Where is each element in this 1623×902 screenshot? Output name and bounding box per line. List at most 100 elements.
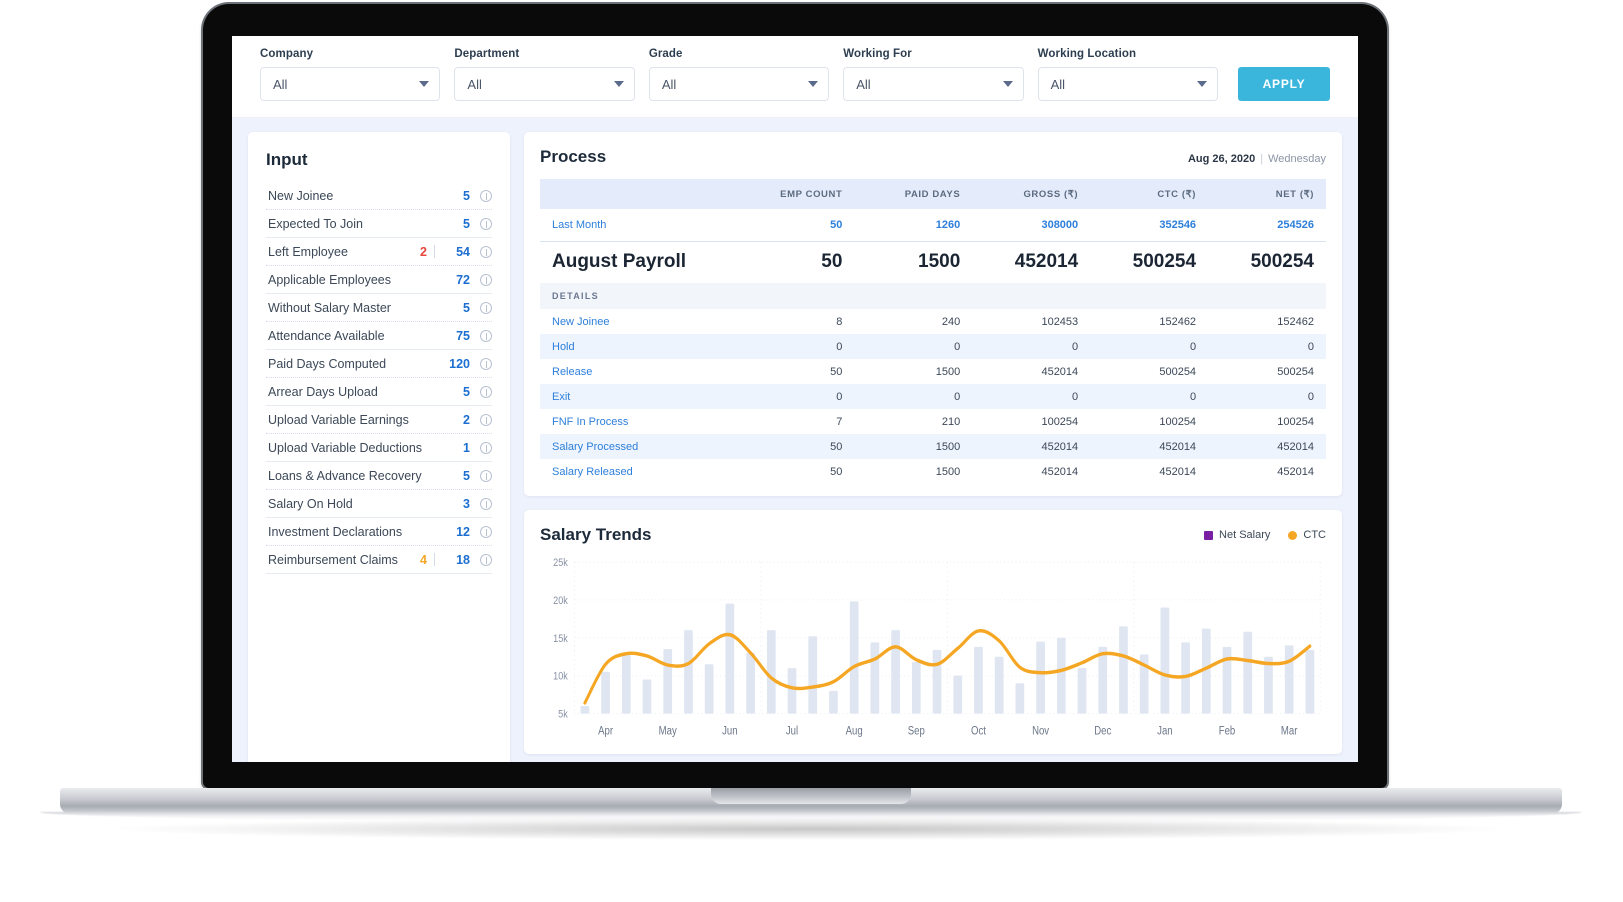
input-row-value[interactable]: 120 (444, 357, 470, 371)
filter-working-location-select[interactable]: All (1038, 67, 1218, 101)
input-row-value[interactable]: 5 (444, 189, 470, 203)
info-icon[interactable] (480, 498, 492, 510)
input-row[interactable]: Left Employee254 (266, 238, 492, 266)
info-icon[interactable] (480, 246, 492, 258)
info-icon[interactable] (480, 358, 492, 370)
chart-bar-net-salary (1223, 647, 1232, 714)
chart-bar-net-salary (933, 650, 942, 714)
details-table-row[interactable]: FNF In Process7210100254100254100254 (540, 409, 1326, 434)
input-row[interactable]: Applicable Employees72 (266, 266, 492, 294)
input-panel: Input New Joinee5Expected To Join5Left E… (248, 132, 510, 762)
input-row[interactable]: Paid Days Computed120 (266, 350, 492, 378)
apply-button[interactable]: APPLY (1238, 67, 1330, 101)
input-row[interactable]: Without Salary Master5 (266, 294, 492, 322)
input-row[interactable]: Reimbursement Claims418 (266, 546, 492, 574)
input-row[interactable]: New Joinee5 (266, 182, 492, 210)
filter-department-select[interactable]: All (454, 67, 634, 101)
input-row-value[interactable]: 2 (444, 413, 470, 427)
last-month-net: 254526 (1208, 209, 1326, 241)
y-axis-tick-label: 15k (553, 633, 569, 645)
process-table-header: EMP COUNT PAID DAYS GROSS (₹) CTC (₹) NE… (540, 179, 1326, 209)
salary-trends-title: Salary Trends (540, 525, 652, 545)
details-table-row[interactable]: Salary Released501500452014452014452014 (540, 459, 1326, 484)
chart-bar-net-salary (663, 649, 672, 713)
detail-paid-days: 210 (854, 409, 972, 434)
details-table-row[interactable]: Salary Processed501500452014452014452014 (540, 434, 1326, 459)
input-row[interactable]: Attendance Available75 (266, 322, 492, 350)
details-table-row[interactable]: New Joinee8240102453152462152462 (540, 309, 1326, 334)
filter-company-select[interactable]: All (260, 67, 440, 101)
detail-gross: 0 (972, 334, 1090, 359)
input-row[interactable]: Investment Declarations12 (266, 518, 492, 546)
input-row[interactable]: Salary On Hold3 (266, 490, 492, 518)
legend-item-net-salary[interactable]: Net Salary (1204, 529, 1270, 541)
info-icon[interactable] (480, 526, 492, 538)
info-icon[interactable] (480, 442, 492, 454)
chevron-down-icon (808, 81, 818, 87)
detail-paid-days: 240 (854, 309, 972, 334)
info-icon[interactable] (480, 218, 492, 230)
details-table-row[interactable]: Release501500452014500254500254 (540, 359, 1326, 384)
input-row-value[interactable]: 5 (444, 385, 470, 399)
input-row-value[interactable]: 1 (444, 441, 470, 455)
input-row-label: Upload Variable Deductions (268, 441, 444, 455)
filter-grade-select[interactable]: All (649, 67, 829, 101)
input-row-value[interactable]: 75 (444, 329, 470, 343)
filter-working-for-select[interactable]: All (843, 67, 1023, 101)
info-icon[interactable] (480, 470, 492, 482)
detail-net: 452014 (1208, 459, 1326, 484)
detail-label[interactable]: New Joinee (540, 309, 737, 334)
info-icon[interactable] (480, 190, 492, 202)
input-row-value[interactable]: 5 (444, 217, 470, 231)
details-table-row[interactable]: Hold00000 (540, 334, 1326, 359)
info-icon[interactable] (480, 330, 492, 342)
input-row-value[interactable]: 18 (444, 553, 470, 567)
input-row[interactable]: Arrear Days Upload5 (266, 378, 492, 406)
detail-label[interactable]: FNF In Process (540, 409, 737, 434)
laptop-shadow (120, 818, 1500, 840)
info-icon[interactable] (480, 554, 492, 566)
input-row[interactable]: Loans & Advance Recovery5 (266, 462, 492, 490)
process-header: Process Aug 26, 2020|Wednesday (540, 147, 1326, 167)
chart-bar-net-salary (1016, 683, 1025, 713)
chart-bar-net-salary (850, 601, 859, 713)
info-icon[interactable] (480, 386, 492, 398)
chart-bar-net-salary (1285, 645, 1294, 713)
last-month-paid-days: 1260 (854, 209, 972, 241)
input-row[interactable]: Upload Variable Earnings2 (266, 406, 492, 434)
x-axis-tick-label: Jul (786, 725, 798, 738)
input-row-value[interactable]: 3 (444, 497, 470, 511)
chart-bar-net-salary (1078, 668, 1087, 713)
input-row-value[interactable]: 5 (444, 301, 470, 315)
detail-emp-count: 8 (737, 309, 855, 334)
input-row-value[interactable]: 72 (444, 273, 470, 287)
input-row-alert-count[interactable]: 4 (420, 553, 427, 567)
input-row-value[interactable]: 54 (444, 245, 470, 259)
legend-item-ctc[interactable]: CTC (1288, 529, 1326, 541)
detail-label[interactable]: Release (540, 359, 737, 384)
detail-gross: 102453 (972, 309, 1090, 334)
input-row-value[interactable]: 5 (444, 469, 470, 483)
details-table-row[interactable]: Exit00000 (540, 384, 1326, 409)
info-icon[interactable] (480, 414, 492, 426)
chart-bar-net-salary (871, 642, 880, 713)
input-row-alert-count[interactable]: 2 (420, 245, 427, 259)
detail-label[interactable]: Salary Released (540, 459, 737, 484)
process-date: Aug 26, 2020|Wednesday (1188, 153, 1326, 165)
detail-ctc: 452014 (1090, 434, 1208, 459)
input-row-label: Upload Variable Earnings (268, 413, 444, 427)
last-month-row[interactable]: Last Month 50 1260 308000 352546 254526 (540, 209, 1326, 241)
last-month-label[interactable]: Last Month (540, 209, 737, 241)
legend-label-ctc: CTC (1303, 529, 1326, 541)
input-row-label: New Joinee (268, 189, 444, 203)
detail-label[interactable]: Salary Processed (540, 434, 737, 459)
input-row[interactable]: Expected To Join5 (266, 210, 492, 238)
detail-label[interactable]: Hold (540, 334, 737, 359)
input-row-value[interactable]: 12 (444, 525, 470, 539)
detail-gross: 452014 (972, 459, 1090, 484)
info-icon[interactable] (480, 302, 492, 314)
input-row[interactable]: Upload Variable Deductions1 (266, 434, 492, 462)
info-icon[interactable] (480, 274, 492, 286)
detail-net: 500254 (1208, 359, 1326, 384)
detail-label[interactable]: Exit (540, 384, 737, 409)
